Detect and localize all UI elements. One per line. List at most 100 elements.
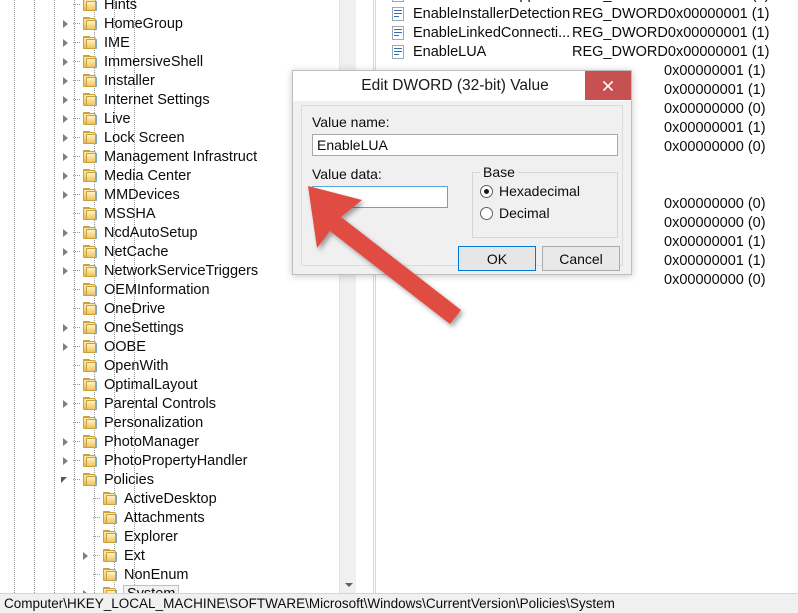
close-icon[interactable] bbox=[585, 71, 631, 100]
chevron-right-icon[interactable] bbox=[60, 337, 73, 356]
chevron-right-icon[interactable] bbox=[60, 394, 73, 413]
tree-item-parental-controls[interactable]: Parental Controls bbox=[0, 394, 356, 413]
tree-item-optimallayout[interactable]: OptimalLayout bbox=[0, 375, 356, 394]
chevron-right-icon[interactable] bbox=[60, 223, 73, 242]
table-row[interactable]: EnableLinkedConnecti... REG_DWORD 0x000000… bbox=[377, 23, 798, 42]
chevron-down-icon[interactable] bbox=[340, 576, 356, 593]
tree-item-ext[interactable]: Ext bbox=[0, 546, 356, 565]
tree-item-oeminformation[interactable]: OEMInformation bbox=[0, 280, 356, 299]
chevron-right-icon[interactable] bbox=[60, 451, 73, 470]
tree-item-policies[interactable]: Policies bbox=[0, 470, 356, 489]
chevron-right-icon[interactable] bbox=[60, 90, 73, 109]
value-type-cell: REG_DWORD bbox=[572, 0, 668, 3]
tree-connector bbox=[93, 489, 102, 508]
tree-item-oobe[interactable]: OOBE bbox=[0, 337, 356, 356]
dialog-title-bar[interactable]: Edit DWORD (32-bit) Value bbox=[293, 71, 631, 101]
value-data-input[interactable]: 0 bbox=[312, 186, 448, 208]
radio-hexadecimal[interactable]: Hexadecimal bbox=[480, 183, 580, 199]
ok-button[interactable]: OK bbox=[458, 246, 536, 271]
chevron-right-icon[interactable] bbox=[60, 109, 73, 128]
cancel-button[interactable]: Cancel bbox=[542, 246, 620, 271]
value-name-input[interactable]: EnableLUA bbox=[312, 134, 618, 156]
dialog-body: Value name: EnableLUA Value data: 0 Base… bbox=[301, 105, 623, 271]
folder-icon bbox=[82, 225, 99, 240]
tree-item-ime[interactable]: IME bbox=[0, 33, 356, 52]
chevron-right-icon[interactable] bbox=[60, 166, 73, 185]
tree-item-activedesktop[interactable]: ActiveDesktop bbox=[0, 489, 356, 508]
folder-icon bbox=[82, 244, 99, 259]
tree-item-onesettings[interactable]: OneSettings bbox=[0, 318, 356, 337]
tree-item-label: MMDevices bbox=[104, 186, 180, 203]
chevron-right-icon[interactable] bbox=[60, 71, 73, 90]
tree-item-label: OptimalLayout bbox=[104, 376, 198, 393]
tree-connector bbox=[73, 90, 82, 109]
chevron-right-icon[interactable] bbox=[60, 261, 73, 280]
tree-item-label: ActiveDesktop bbox=[124, 490, 217, 507]
tree-connector bbox=[73, 166, 82, 185]
folder-icon bbox=[82, 320, 99, 335]
tree-item-label: NetCache bbox=[104, 243, 169, 260]
value-data-cell: 0x00000000 (0) bbox=[664, 214, 766, 231]
table-row[interactable]: EnableLUA REG_DWORD 0x00000001 (1) bbox=[377, 42, 798, 61]
tree-item-photopropertyhandler[interactable]: PhotoPropertyHandler bbox=[0, 451, 356, 470]
tree-item-label: Hints bbox=[104, 0, 138, 13]
tree-item-hints[interactable]: Hints bbox=[0, 0, 356, 14]
dword-value-icon bbox=[391, 44, 407, 59]
folder-icon bbox=[82, 263, 99, 278]
tree-connector bbox=[73, 14, 82, 33]
tree-item-attachments[interactable]: Attachments bbox=[0, 508, 356, 527]
value-name-text: EnableLUA bbox=[317, 137, 388, 153]
tree-connector bbox=[73, 337, 82, 356]
tree-connector bbox=[73, 52, 82, 71]
chevron-right-icon[interactable] bbox=[80, 584, 93, 593]
value-type-cell: REG_DWORD bbox=[572, 5, 668, 22]
folder-icon bbox=[82, 453, 99, 468]
chevron-right-icon[interactable] bbox=[60, 318, 73, 337]
chevron-right-icon[interactable] bbox=[60, 147, 73, 166]
tree-item-explorer[interactable]: Explorer bbox=[0, 527, 356, 546]
tree-item-openwith[interactable]: OpenWith bbox=[0, 356, 356, 375]
chevron-right-icon[interactable] bbox=[60, 52, 73, 71]
tree-connector bbox=[73, 242, 82, 261]
value-data-text: 0 bbox=[317, 189, 325, 205]
tree-connector bbox=[93, 508, 102, 527]
tree-connector bbox=[73, 128, 82, 147]
value-data-cell: 0x00000000 (0) bbox=[664, 195, 766, 212]
folder-icon bbox=[102, 510, 119, 525]
radio-decimal[interactable]: Decimal bbox=[480, 205, 550, 221]
folder-icon bbox=[82, 92, 99, 107]
folder-icon bbox=[102, 491, 119, 506]
tree-item-homegroup[interactable]: HomeGroup bbox=[0, 14, 356, 33]
tree-item-photomanager[interactable]: PhotoManager bbox=[0, 432, 356, 451]
value-data-cell: 0x00000001 (1) bbox=[667, 24, 770, 41]
value-data-cell: 0x00000000 (0) bbox=[664, 271, 766, 288]
chevron-right-icon[interactable] bbox=[60, 242, 73, 261]
tree-connector bbox=[73, 356, 82, 375]
chevron-right-icon[interactable] bbox=[60, 14, 73, 33]
chevron-right-icon[interactable] bbox=[60, 33, 73, 52]
tree-connector bbox=[93, 565, 102, 584]
tree-item-label: PhotoPropertyHandler bbox=[104, 452, 248, 469]
tree-item-personalization[interactable]: Personalization bbox=[0, 413, 356, 432]
status-bar-path: Computer\HKEY_LOCAL_MACHINE\SOFTWARE\Mic… bbox=[4, 596, 615, 611]
folder-icon bbox=[82, 130, 99, 145]
tree-item-nonenum[interactable]: NonEnum bbox=[0, 565, 356, 584]
tree-item-label: Live bbox=[104, 110, 131, 127]
tree-item-immersiveshell[interactable]: ImmersiveShell bbox=[0, 52, 356, 71]
tree-item-label: IME bbox=[104, 34, 130, 51]
table-row[interactable]: EnableInstallerDetection REG_DWORD 0x00000… bbox=[377, 4, 798, 23]
value-name-cell: EnableLUA bbox=[413, 43, 487, 60]
folder-icon bbox=[102, 567, 119, 582]
chevron-right-icon[interactable] bbox=[80, 546, 93, 565]
chevron-right-icon[interactable] bbox=[60, 185, 73, 204]
folder-icon bbox=[82, 415, 99, 430]
chevron-right-icon[interactable] bbox=[60, 432, 73, 451]
chevron-right-icon[interactable] bbox=[60, 128, 73, 147]
value-name-label: Value name: bbox=[312, 114, 390, 130]
value-data-cell: 0x00000001 (1) bbox=[664, 252, 766, 269]
tree-expander-empty bbox=[60, 204, 73, 223]
tree-item-system[interactable]: System bbox=[0, 584, 356, 593]
chevron-down-icon[interactable] bbox=[60, 470, 73, 489]
folder-icon bbox=[102, 548, 119, 563]
tree-item-onedrive[interactable]: OneDrive bbox=[0, 299, 356, 318]
